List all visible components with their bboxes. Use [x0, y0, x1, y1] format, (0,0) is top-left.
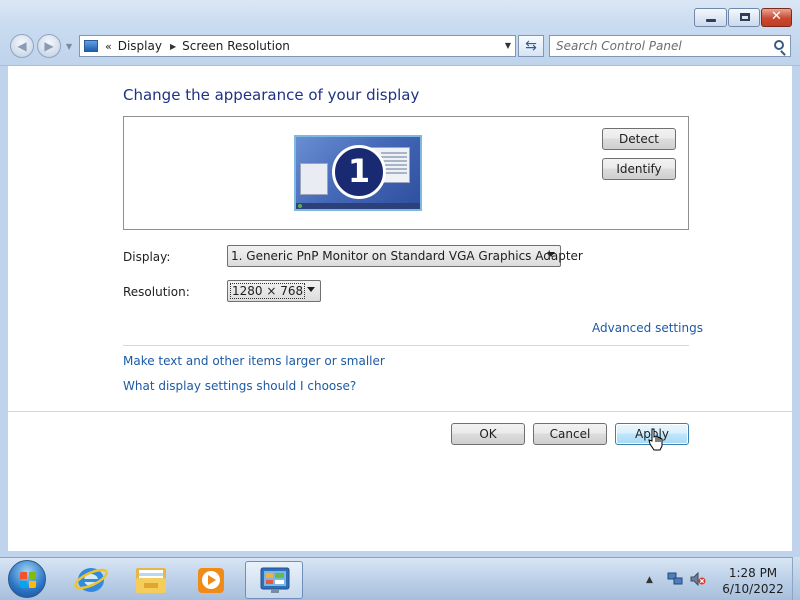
breadcrumb-screen-resolution[interactable]: Screen Resolution: [182, 39, 290, 53]
forward-button[interactable]: ▶: [37, 34, 61, 58]
system-clock[interactable]: 1:28 PM 6/10/2022: [716, 565, 790, 597]
breadcrumb-separator-icon[interactable]: ▶: [170, 42, 176, 51]
monitor-window-thumb: [300, 163, 328, 195]
show-desktop-button[interactable]: [792, 557, 800, 600]
search-box[interactable]: [549, 35, 791, 57]
internet-explorer-taskbar-button[interactable]: [62, 561, 120, 599]
windows-logo-icon: [20, 572, 36, 588]
back-arrow-icon: ◀: [17, 39, 27, 53]
control-panel-icon: [84, 40, 98, 52]
window-frame-right: [792, 66, 800, 551]
monitor-number-badge: 1: [332, 145, 386, 199]
search-input[interactable]: [556, 38, 756, 54]
start-button[interactable]: [8, 560, 46, 598]
maximize-icon: [740, 13, 750, 21]
refresh-button[interactable]: ⇆: [518, 35, 544, 57]
clock-time: 1:28 PM: [728, 566, 778, 580]
detect-button[interactable]: Detect: [602, 128, 676, 150]
text-size-link[interactable]: Make text and other items larger or smal…: [123, 354, 385, 368]
advanced-settings-link[interactable]: Advanced settings: [592, 321, 703, 335]
close-icon: ✕: [771, 9, 782, 24]
chevron-down-icon: [307, 287, 315, 292]
resolution-select-value: 1280 × 768: [230, 283, 306, 299]
display-select-value: 1. Generic PnP Monitor on Standard VGA G…: [231, 249, 583, 263]
page-title: Change the appearance of your display: [123, 86, 420, 104]
monitor-1-icon[interactable]: 1: [294, 135, 422, 211]
recent-pages-dropdown-icon[interactable]: ▼: [66, 42, 72, 51]
identify-button[interactable]: Identify: [602, 158, 676, 180]
divider: [123, 345, 689, 346]
minimize-icon: [706, 19, 716, 22]
window-frame-left: [0, 66, 8, 551]
forward-arrow-icon: ▶: [44, 39, 54, 53]
media-player-icon: [198, 568, 224, 593]
address-bar[interactable]: « Display ▶ Screen Resolution ▼: [79, 35, 516, 57]
minimize-button[interactable]: [694, 8, 727, 27]
address-dropdown-icon[interactable]: ▼: [505, 41, 511, 50]
display-label: Display:: [123, 250, 171, 264]
address-overflow-chevron[interactable]: «: [105, 40, 112, 53]
divider: [8, 411, 792, 412]
monitor-taskbar-thumb: [296, 203, 420, 209]
content-area: Change the appearance of your display 1 …: [8, 66, 792, 551]
chevron-down-icon: [547, 252, 555, 257]
mouse-cursor-icon: [648, 428, 663, 451]
control-panel-icon: [260, 567, 290, 593]
control-panel-taskbar-button[interactable]: [245, 561, 303, 599]
back-button[interactable]: ◀: [10, 34, 34, 58]
window-titlebar: ✕ ◀ ▶ ▼ « Display ▶ Screen Resolution ▼ …: [0, 0, 800, 66]
resolution-label: Resolution:: [123, 285, 190, 299]
close-button[interactable]: ✕: [761, 8, 792, 27]
breadcrumb-display[interactable]: Display: [118, 39, 162, 53]
monitor-arrangement-panel: 1 Detect Identify: [123, 116, 689, 230]
cancel-button[interactable]: Cancel: [533, 423, 607, 445]
windows-explorer-icon: [136, 568, 166, 593]
ok-button[interactable]: OK: [451, 423, 525, 445]
resolution-select[interactable]: 1280 × 768: [227, 280, 321, 302]
volume-muted-icon[interactable]: [690, 572, 706, 586]
refresh-icon: ⇆: [525, 38, 537, 54]
media-player-taskbar-button[interactable]: [182, 561, 240, 599]
maximize-button[interactable]: [728, 8, 760, 27]
windows-explorer-taskbar-button[interactable]: [122, 561, 180, 599]
caption-buttons: ✕: [693, 8, 792, 27]
clock-date: 6/10/2022: [722, 582, 784, 596]
display-select[interactable]: 1. Generic PnP Monitor on Standard VGA G…: [227, 245, 583, 267]
network-icon[interactable]: [667, 572, 683, 586]
internet-explorer-icon: [74, 568, 108, 592]
search-icon[interactable]: [774, 40, 784, 50]
display-help-link[interactable]: What display settings should I choose?: [123, 379, 356, 393]
show-hidden-icons-button[interactable]: ▲: [646, 575, 653, 585]
